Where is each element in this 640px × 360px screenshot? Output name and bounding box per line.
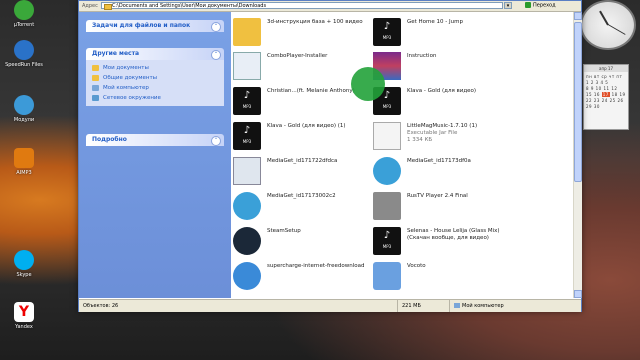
- file-item[interactable]: ♪ MP3 Get Home 10 - Jump: [373, 16, 513, 48]
- file-item[interactable]: Instruction: [373, 50, 513, 82]
- file-item[interactable]: LittleMagMusic-1.7.10 (1) Executable Jar…: [373, 120, 513, 152]
- computer-icon: [92, 85, 99, 91]
- file-item[interactable]: ♪ MP3 Selenas - House Lelija (Glass Mix) …: [373, 225, 513, 257]
- file-item[interactable]: Vocoto: [373, 260, 513, 292]
- task-pane: Задачи для файлов и папок ˄ Другие места…: [79, 12, 231, 298]
- file-item[interactable]: MediaGet_id171722dfdca: [233, 155, 373, 187]
- computer-icon: [454, 303, 460, 308]
- globe-icon: [14, 40, 34, 60]
- address-field[interactable]: C:\Documents and Settings\User\Мои докум…: [101, 2, 503, 10]
- address-bar: Адрес C:\Documents and Settings\User\Мои…: [79, 1, 581, 12]
- steam-icon: [233, 227, 261, 255]
- calendar-header: апр 17: [584, 65, 628, 72]
- scroll-thumb[interactable]: [574, 22, 582, 182]
- file-item[interactable]: MediaGet_id17173df0a: [373, 155, 513, 187]
- desktop-icon-modules[interactable]: Модули: [2, 95, 46, 123]
- details-panel: Подробно ˅: [86, 134, 224, 146]
- places-panel: Другие места ˄ Мои документы Общие докум…: [86, 48, 224, 106]
- vertical-scrollbar[interactable]: [573, 12, 582, 298]
- scroll-down-arrow-icon[interactable]: [574, 290, 582, 298]
- desktop-icon-speedrun[interactable]: SpeedRun Files: [2, 40, 46, 68]
- aimp-icon: [14, 148, 34, 168]
- address-path: C:\Documents and Settings\User\Мои докум…: [112, 3, 267, 9]
- clock-widget: [580, 0, 636, 50]
- gear-icon: [14, 95, 34, 115]
- folder-icon: [104, 4, 112, 10]
- file-type: Executable Jar File: [407, 130, 458, 136]
- folder-icon: [233, 18, 261, 46]
- folder-icon: [92, 65, 99, 71]
- go-button[interactable]: Переход: [525, 2, 575, 9]
- mp3-icon: ♪ MP3: [233, 122, 261, 150]
- file-item[interactable]: ♪ MP3 Klava - Gold (для видео): [373, 85, 513, 117]
- scroll-up-arrow-icon[interactable]: [574, 12, 582, 20]
- go-arrow-icon: [525, 2, 531, 8]
- tv-icon: [373, 192, 401, 220]
- file-item[interactable]: 3d-инструкция база + 100 видео: [233, 16, 373, 48]
- skype-icon: [14, 250, 34, 270]
- place-link-my-documents[interactable]: Мои документы: [92, 63, 218, 73]
- calendar-body: пн вт ср чт пт 1 2 3 4 5 8 9 10 11 12 15…: [586, 74, 626, 109]
- place-link-network[interactable]: Сетевое окружение: [92, 93, 218, 103]
- file-item[interactable]: RusTV Player 2.4 Final: [373, 190, 513, 222]
- file-size: 1 334 КБ: [407, 137, 433, 143]
- chevron-up-icon[interactable]: ˄: [211, 50, 221, 60]
- setup-icon: [373, 262, 401, 290]
- globe-icon: [233, 262, 261, 290]
- desktop-icon-yandex[interactable]: Y Yandex: [2, 302, 46, 330]
- window-icon: [233, 157, 261, 185]
- status-object-count: Объектов: 26: [83, 303, 119, 309]
- desktop-icon-aimp[interactable]: AIMP3: [2, 148, 46, 176]
- calendar-today: 17: [601, 92, 610, 97]
- installer-icon: [233, 52, 261, 80]
- utorrent-icon: [14, 0, 34, 20]
- mp3-icon: ♪ MP3: [233, 87, 261, 115]
- jar-icon: [373, 122, 401, 150]
- desktop-icon-utorrent[interactable]: µTorrent: [2, 0, 46, 28]
- chevron-up-icon[interactable]: ˄: [211, 22, 221, 32]
- tasks-panel: Задачи для файлов и папок ˄: [86, 20, 224, 32]
- file-list: 3d-инструкция база + 100 видео ♪ MP3 Get …: [233, 12, 573, 298]
- download-icon: [373, 157, 401, 185]
- places-panel-body: Мои документы Общие документы Мой компью…: [86, 60, 224, 106]
- mp3-icon: ♪ MP3: [373, 227, 401, 255]
- folder-icon: [92, 75, 99, 81]
- file-item[interactable]: MediaGet_id17173002c2: [233, 190, 373, 222]
- chevron-down-icon[interactable]: ˅: [211, 136, 221, 146]
- file-item[interactable]: SteamSetup: [233, 225, 373, 257]
- place-link-shared-documents[interactable]: Общие документы: [92, 73, 218, 83]
- calendar-widget: апр 17 пн вт ср чт пт 1 2 3 4 5 8 9 10 1…: [583, 64, 629, 130]
- status-bar: Объектов: 26 221 МБ Мой компьютер: [79, 299, 581, 312]
- download-icon: [233, 192, 261, 220]
- mp3-icon: ♪ MP3: [373, 18, 401, 46]
- address-dropdown-button[interactable]: ▾: [504, 2, 512, 9]
- status-location: Мой компьютер: [449, 300, 504, 312]
- places-panel-header[interactable]: Другие места ˄: [86, 48, 224, 60]
- status-size: 221 МБ: [397, 300, 421, 312]
- clock-minute-hand: [607, 24, 626, 35]
- explorer-window: Адрес C:\Documents and Settings\User\Мои…: [78, 0, 582, 312]
- yandex-icon: Y: [14, 302, 34, 322]
- network-icon: [92, 95, 99, 101]
- desktop-icon-skype[interactable]: Skype: [2, 250, 46, 278]
- place-link-my-computer[interactable]: Мой компьютер: [92, 83, 218, 93]
- file-item[interactable]: ♪ MP3 Klava - Gold (для видео) (1): [233, 120, 373, 152]
- desktop-icons: µTorrent SpeedRun Files Модули AIMP3 Sky…: [2, 0, 46, 360]
- address-label: Адрес: [82, 3, 98, 9]
- tasks-panel-header[interactable]: Задачи для файлов и папок ˄: [86, 20, 224, 32]
- file-item[interactable]: supercharge-internet-freedownload: [233, 260, 373, 292]
- cursor-highlight: [351, 67, 385, 101]
- details-panel-header[interactable]: Подробно ˅: [86, 134, 224, 146]
